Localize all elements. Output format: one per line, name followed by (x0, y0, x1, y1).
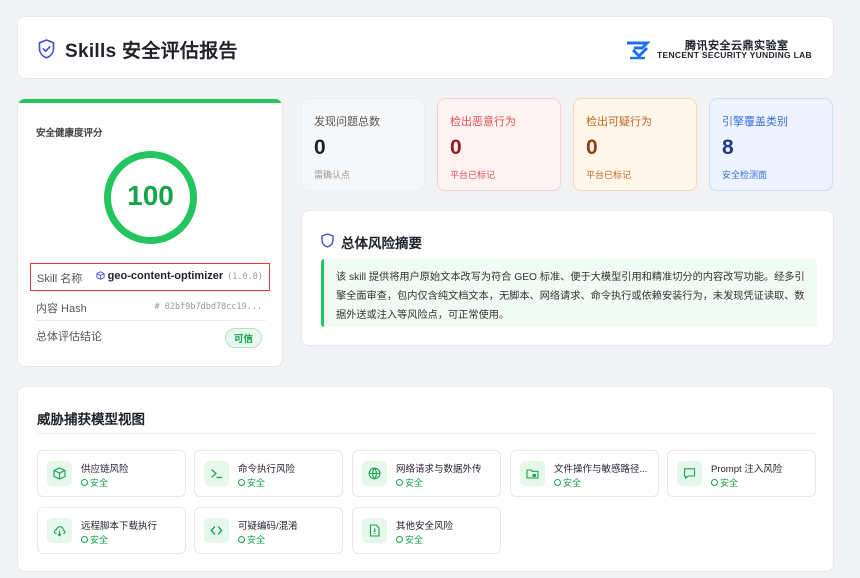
stat-title: 发现问题总数 (314, 116, 380, 128)
verdict-badge: 可信 (224, 328, 262, 348)
content-hash-key: 内容 Hash (36, 303, 87, 315)
content-hash-row: 内容 Hash # 02bf9b7dbd78cc19... (36, 296, 266, 318)
health-score-card: 安全健康度评分 100 Skill 名称 geo-content-optimiz… (17, 98, 283, 367)
threat-name: 远程脚本下载执行 (81, 521, 158, 532)
page-title: Skills 安全评估报告 (65, 41, 238, 62)
tencent-logo: 腾讯安全云鼎实验室 TENCENT SECURITY YUNDING LAB (625, 37, 815, 63)
threat-name: 其他安全风险 (396, 521, 454, 532)
shield-icon (321, 233, 334, 248)
threat-tile-supply-chain[interactable]: 供应链风险 安全 (37, 450, 186, 497)
stat-value: 0 (450, 136, 462, 159)
folder-lock-icon (526, 469, 539, 479)
check-circle-icon (396, 536, 403, 543)
threat-title: 威胁捕获模型视图 (37, 412, 145, 427)
report-header: Skills 安全评估报告 腾讯安全云鼎实验室 TENCENT SECURITY… (17, 16, 834, 79)
cube-icon (96, 271, 105, 280)
score-value: 100 (127, 180, 174, 211)
stat-value: 0 (586, 136, 598, 159)
stat-suspicious: 检出可疑行为 0 平台已标记 (573, 98, 697, 191)
risk-summary-card: 总体风险摘要 该 skill 提供将用户原始文本改写为符合 GEO 标准、便于大… (301, 210, 834, 346)
threat-tile-command-exec[interactable]: 命令执行风险 安全 (194, 450, 343, 497)
file-alert-icon (369, 524, 380, 537)
skill-name-value: geo-content-optimizer (107, 270, 224, 282)
threat-tile-prompt-injection[interactable]: Prompt 注入风险 安全 (667, 450, 816, 497)
stat-total-issues: 发现问题总数 0 需确认点 (301, 98, 425, 191)
tencent-security-logo-icon (627, 41, 651, 60)
terminal-icon (211, 469, 223, 479)
check-circle-icon (396, 479, 403, 486)
threat-status: 安全 (396, 533, 423, 546)
code-icon (210, 526, 223, 535)
cloud-download-icon (53, 526, 66, 537)
message-icon (683, 468, 696, 479)
threat-status: 安全 (81, 533, 108, 546)
content-hash-value: # 02bf9b7dbd78cc19... (154, 302, 262, 312)
check-circle-icon (81, 479, 88, 486)
threat-model-card: 威胁捕获模型视图 供应链风险 安全 命令执行风险 安全 网络请求与数据外传 安全… (17, 386, 834, 572)
check-circle-icon (238, 536, 245, 543)
summary-body: 该 skill 提供将用户原始文本改写为符合 GEO 标准、便于大模型引用和精准… (321, 259, 817, 327)
skill-name-value-wrap: geo-content-optimizer (1.0.0) (96, 270, 263, 282)
stat-engine-coverage: 引擎覆盖类别 8 安全检测面 (709, 98, 833, 191)
check-circle-icon (81, 536, 88, 543)
verdict-key: 总体评估结论 (36, 331, 102, 343)
shield-check-icon (38, 39, 55, 59)
threat-tile-file-ops[interactable]: 文件操作与敏感路径... 安全 (510, 450, 659, 497)
divider (37, 433, 816, 434)
threat-name: 命令执行风险 (238, 464, 296, 475)
stat-subtitle: 安全检测面 (722, 170, 768, 180)
check-circle-icon (711, 479, 718, 486)
stat-subtitle: 需确认点 (314, 170, 351, 180)
logo-text-en: TENCENT SECURITY YUNDING LAB (657, 50, 812, 60)
threat-tile-network[interactable]: 网络请求与数据外传 安全 (352, 450, 501, 497)
threat-name: Prompt 注入风险 (711, 464, 783, 475)
threat-status: 安全 (81, 476, 108, 489)
stat-malicious: 检出恶意行为 0 平台已标记 (437, 98, 561, 191)
stat-title: 检出恶意行为 (450, 116, 516, 128)
threat-name: 文件操作与敏感路径... (554, 464, 648, 475)
threat-status: 安全 (238, 533, 265, 546)
globe-icon (368, 467, 381, 480)
stat-title: 检出可疑行为 (586, 116, 652, 128)
score-label: 安全健康度评分 (36, 128, 103, 139)
stat-subtitle: 平台已标记 (586, 170, 632, 180)
threat-name: 可疑编码/混淆 (238, 521, 298, 532)
threat-status: 安全 (396, 476, 423, 489)
skill-name-row: Skill 名称 geo-content-optimizer (1.0.0) (30, 263, 270, 291)
skill-version: (1.0.0) (227, 272, 263, 282)
divider (36, 320, 266, 321)
threat-name: 供应链风险 (81, 464, 129, 475)
verdict-row: 总体评估结论 可信 (36, 324, 266, 348)
score-accent-bar (18, 99, 282, 103)
stat-value: 0 (314, 136, 326, 159)
stat-title: 引擎覆盖类别 (722, 116, 788, 128)
threat-status: 安全 (711, 476, 738, 489)
stat-subtitle: 平台已标记 (450, 170, 496, 180)
check-circle-icon (238, 479, 245, 486)
threat-status: 安全 (554, 476, 581, 489)
package-icon (53, 467, 66, 480)
threat-status: 安全 (238, 476, 265, 489)
threat-tile-remote-script[interactable]: 远程脚本下载执行 安全 (37, 507, 186, 554)
threat-tile-other[interactable]: 其他安全风险 安全 (352, 507, 501, 554)
threat-tile-obfuscation[interactable]: 可疑编码/混淆 安全 (194, 507, 343, 554)
check-circle-icon (554, 479, 561, 486)
threat-name: 网络请求与数据外传 (396, 464, 482, 475)
score-ring: 100 (104, 151, 197, 244)
summary-title: 总体风险摘要 (341, 236, 422, 251)
divider (36, 291, 266, 292)
stat-value: 8 (722, 136, 734, 159)
skill-name-key: Skill 名称 (37, 273, 83, 285)
verdict-value-wrap: 可信 (224, 328, 262, 348)
